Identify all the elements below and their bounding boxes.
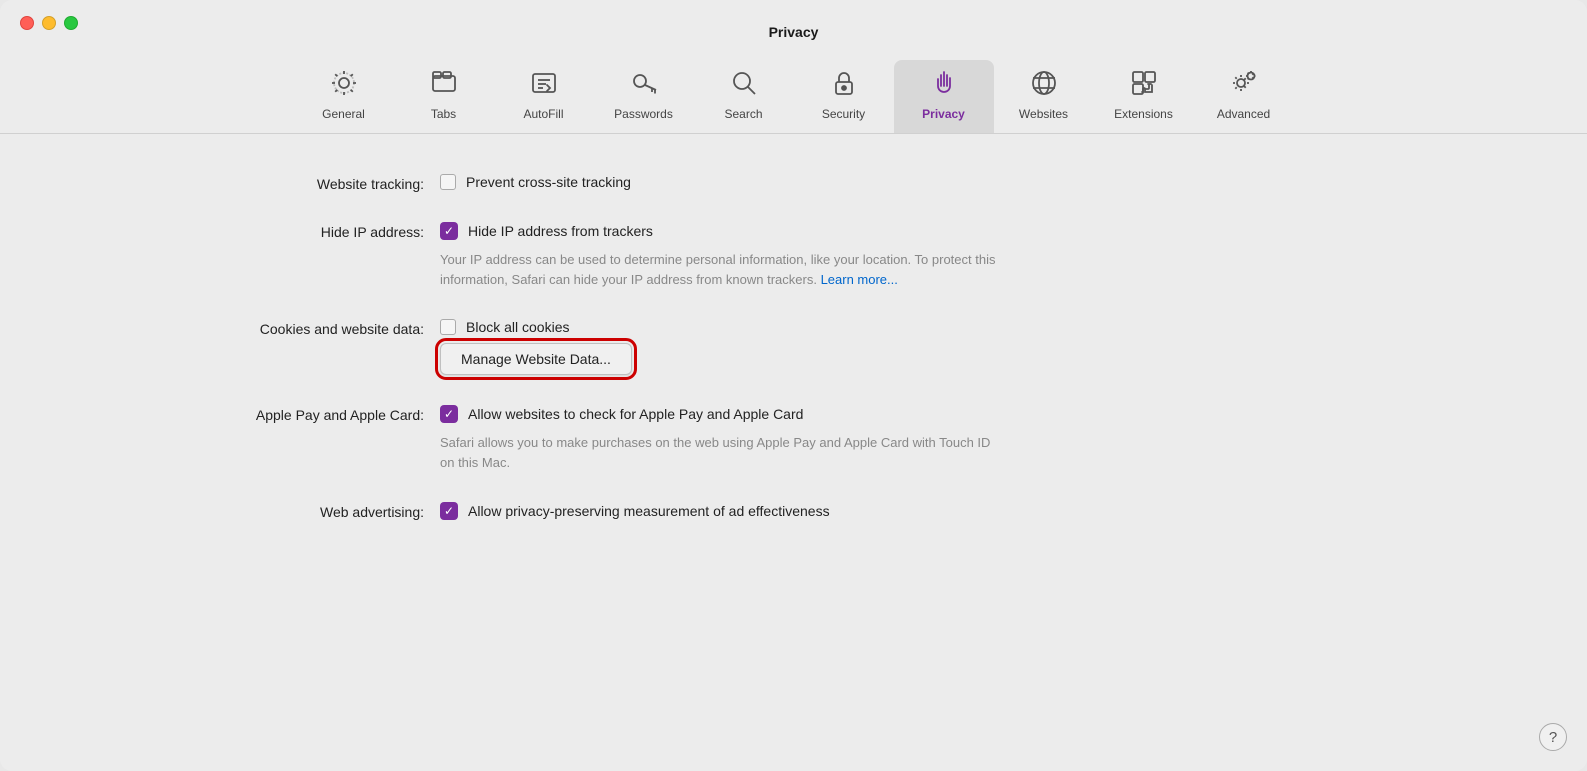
cookies-label: Cookies and website data: [60,319,440,337]
tab-websites-label: Websites [1019,107,1068,121]
tab-websites[interactable]: Websites [994,60,1094,133]
web-advertising-control: ✓ Allow privacy-preserving measurement o… [440,502,830,520]
tab-extensions[interactable]: Extensions [1094,60,1194,133]
apple-pay-row: Apple Pay and Apple Card: ✓ Allow websit… [60,405,1527,472]
hide-ip-text: Hide IP address from trackers [468,223,653,239]
globe-icon [1029,68,1059,103]
tab-tabs[interactable]: Tabs [394,60,494,133]
cookies-row: Cookies and website data: Block all cook… [60,319,1527,375]
lock-icon [829,68,859,103]
tab-search-label: Search [724,107,762,121]
apple-pay-checkbox[interactable]: ✓ [440,405,458,423]
web-advertising-label: Web advertising: [60,502,440,520]
puzzle-icon [1129,68,1159,103]
tab-general-label: General [322,107,365,121]
manage-website-data-button[interactable]: Manage Website Data... [440,343,632,375]
advanced-gear-icon [1229,68,1259,103]
window-controls [20,16,78,30]
web-advertising-row: Web advertising: ✓ Allow privacy-preserv… [60,502,1527,520]
tab-privacy-label: Privacy [922,107,965,121]
website-tracking-text: Prevent cross-site tracking [466,174,631,190]
hide-ip-description: Your IP address can be used to determine… [440,250,1000,289]
hide-ip-control-row: ✓ Hide IP address from trackers [440,222,1000,240]
hand-icon [929,68,959,103]
web-advertising-checkbox[interactable]: ✓ [440,502,458,520]
website-tracking-checkbox[interactable] [440,174,456,190]
tab-privacy[interactable]: Privacy [894,60,994,133]
hide-ip-checkbox[interactable]: ✓ [440,222,458,240]
gear-icon [329,68,359,103]
tab-security[interactable]: Security [794,60,894,133]
tab-general[interactable]: General [294,60,394,133]
website-tracking-control-row: Prevent cross-site tracking [440,174,631,190]
block-cookies-text: Block all cookies [466,319,570,335]
apple-pay-control-row: ✓ Allow websites to check for Apple Pay … [440,405,1000,423]
website-tracking-row: Website tracking: Prevent cross-site tra… [60,174,1527,192]
tab-tabs-label: Tabs [431,107,456,121]
apple-pay-label: Apple Pay and Apple Card: [60,405,440,423]
block-cookies-checkbox[interactable] [440,319,456,335]
tab-autofill-label: AutoFill [523,107,563,121]
tab-advanced-label: Advanced [1217,107,1270,121]
tab-advanced[interactable]: Advanced [1194,60,1294,133]
website-tracking-label: Website tracking: [60,174,440,192]
cookies-control: Block all cookies Manage Website Data... [440,319,632,375]
maximize-button[interactable] [64,16,78,30]
tab-autofill[interactable]: AutoFill [494,60,594,133]
apple-pay-description: Safari allows you to make purchases on t… [440,433,1000,472]
toolbar: General Tabs A [0,48,1587,134]
cookies-control-row: Block all cookies [440,319,632,335]
apple-pay-text: Allow websites to check for Apple Pay an… [468,406,803,422]
autofill-icon [529,68,559,103]
window-title: Privacy [769,24,819,40]
web-advertising-control-row: ✓ Allow privacy-preserving measurement o… [440,502,830,520]
hide-ip-label: Hide IP address: [60,222,440,240]
title-bar: Privacy [0,0,1587,48]
minimize-button[interactable] [42,16,56,30]
safari-preferences-window: Privacy General Tabs [0,0,1587,771]
tab-security-label: Security [822,107,865,121]
tab-passwords-label: Passwords [614,107,673,121]
settings-content: Website tracking: Prevent cross-site tra… [0,134,1587,771]
learn-more-link[interactable]: Learn more... [821,272,898,287]
close-button[interactable] [20,16,34,30]
tab-passwords[interactable]: Passwords [594,60,694,133]
key-icon [629,68,659,103]
help-button[interactable]: ? [1539,723,1567,751]
tab-search[interactable]: Search [694,60,794,133]
hide-ip-row: Hide IP address: ✓ Hide IP address from … [60,222,1527,289]
web-advertising-text: Allow privacy-preserving measurement of … [468,503,830,519]
tab-extensions-label: Extensions [1114,107,1173,121]
apple-pay-control: ✓ Allow websites to check for Apple Pay … [440,405,1000,472]
hide-ip-control: ✓ Hide IP address from trackers Your IP … [440,222,1000,289]
tabs-icon [429,68,459,103]
search-icon [729,68,759,103]
website-tracking-control: Prevent cross-site tracking [440,174,631,190]
